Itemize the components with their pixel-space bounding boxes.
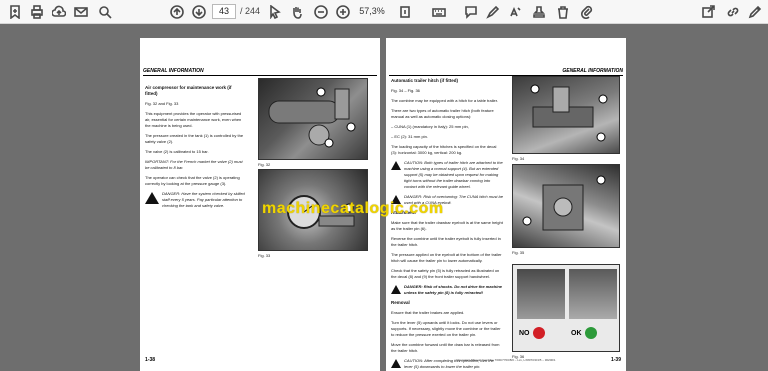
attach-icon[interactable] bbox=[578, 3, 596, 21]
print-icon[interactable] bbox=[28, 3, 46, 21]
page-number: 1-39 bbox=[610, 357, 621, 363]
delete-icon[interactable] bbox=[554, 3, 572, 21]
search-icon[interactable] bbox=[96, 3, 114, 21]
pen-icon[interactable] bbox=[484, 3, 502, 21]
caution-text: CAUTION: Both types of trailer hitch are… bbox=[404, 160, 503, 189]
right-text-column: Automatic trailer hitch (if fitted) Fig.… bbox=[391, 78, 503, 371]
paragraph: Move the combine forward until the draw … bbox=[391, 342, 500, 353]
paragraph: The combine may be equipped with a hitch… bbox=[391, 98, 498, 103]
figure-caption: Fig. 33 bbox=[258, 253, 271, 258]
page-number: 1-38 bbox=[145, 357, 156, 363]
warning-triangle-icon bbox=[391, 359, 401, 368]
paragraph: The pressure created in the tank (1) is … bbox=[145, 133, 244, 144]
paragraph: – CUNA (1) (mandatory in Italy): 25 mm p… bbox=[391, 124, 469, 129]
section-title: Automatic trailer hitch (if fitted) bbox=[391, 78, 459, 83]
ok-label: OK bbox=[571, 329, 582, 337]
hand-tool-icon[interactable] bbox=[288, 3, 306, 21]
select-cursor-icon[interactable] bbox=[266, 3, 284, 21]
zoom-in-icon[interactable] bbox=[334, 3, 352, 21]
paragraph: The pressure applied on the eyebolt at t… bbox=[391, 252, 502, 263]
warning-triangle-icon bbox=[145, 192, 159, 204]
prohibited-icon bbox=[532, 327, 545, 339]
pdf-toolbar: 43 / 244 57,3% bbox=[0, 0, 768, 24]
fit-page-icon[interactable] bbox=[396, 3, 414, 21]
figure-32-photo bbox=[258, 78, 368, 160]
zoom-out-icon[interactable] bbox=[312, 3, 330, 21]
paragraph: – EC (2): 31 mm pin. bbox=[391, 134, 428, 139]
cloud-upload-icon[interactable] bbox=[50, 3, 68, 21]
paragraph: Check that the safety pin (5) is fully r… bbox=[391, 268, 500, 279]
keyboard-icon[interactable] bbox=[430, 3, 448, 21]
danger-text: DANGER: Risk of shocks. Do not drive the… bbox=[404, 284, 503, 295]
danger-text: DANGER: Have the system checked by skill… bbox=[162, 191, 245, 208]
paragraph: Fig. 32 and Fig. 33 bbox=[145, 101, 179, 106]
paragraph: There are two types of automatic trailer… bbox=[391, 108, 494, 119]
section-title: Air compressor for maintenance work (if … bbox=[145, 85, 232, 96]
comment-icon[interactable] bbox=[462, 3, 480, 21]
figure-caption: Fig. 32 bbox=[258, 162, 271, 167]
check-icon bbox=[584, 327, 597, 339]
page-number-input[interactable]: 43 bbox=[212, 4, 236, 19]
subsection-title: Removal bbox=[391, 300, 410, 305]
important-note: IMPORTANT: For the French market the val… bbox=[145, 159, 243, 170]
bookmark-add-icon[interactable] bbox=[6, 3, 24, 21]
hitch-lever-photo-right bbox=[569, 269, 617, 319]
figure-caption: Fig. 35 bbox=[512, 250, 525, 255]
no-label: NO bbox=[519, 329, 530, 337]
warning-triangle-icon bbox=[391, 285, 401, 294]
left-text-column: Air compressor for maintenance work (if … bbox=[145, 85, 245, 213]
zoom-level-select[interactable]: 57,3% bbox=[354, 4, 390, 19]
stamp-icon[interactable] bbox=[530, 3, 548, 21]
highlight-icon[interactable] bbox=[506, 3, 524, 21]
trailer-hitch-illustration bbox=[530, 84, 608, 142]
paragraph: This equipment provides the operator wit… bbox=[145, 111, 242, 128]
danger-warning: DANGER: Risk of shocks. Do not drive the… bbox=[391, 284, 503, 296]
link-icon[interactable] bbox=[724, 3, 742, 21]
figure-36-photo: NO OK bbox=[512, 264, 620, 352]
figure-caption: Fig. 34 bbox=[512, 156, 525, 161]
paragraph: Make sure that the trailer drawbar eyebo… bbox=[391, 220, 503, 231]
danger-warning: DANGER: Have the system checked by skill… bbox=[145, 191, 245, 209]
watermark-text: machinecatalogic.com bbox=[262, 200, 444, 217]
compressor-illustration bbox=[268, 87, 356, 148]
page-header: GENERAL INFORMATION bbox=[389, 68, 623, 76]
page-header: GENERAL INFORMATION bbox=[143, 68, 377, 76]
paragraph: The operator can check that the valve (2… bbox=[145, 175, 240, 186]
caution-warning: CAUTION: Both types of trailer hitch are… bbox=[391, 160, 503, 190]
page-total-label: / 244 bbox=[240, 6, 261, 16]
email-icon[interactable] bbox=[72, 3, 90, 21]
page-footer: Operator's Manual Combine 7000/7700/8/0 … bbox=[456, 358, 556, 362]
page-down-icon[interactable] bbox=[190, 3, 208, 21]
no-indicator: NO bbox=[519, 327, 545, 339]
paragraph: Fig. 34 – Fig. 36 bbox=[391, 88, 420, 93]
paragraph: The loading capacity of the hitches is s… bbox=[391, 144, 497, 155]
document-viewer[interactable]: GENERAL INFORMATION Air compressor for m… bbox=[0, 24, 768, 371]
paragraph: The valve (2) is calibrated to 15 bar. bbox=[145, 149, 209, 154]
warning-triangle-icon bbox=[391, 161, 401, 170]
hitch-mechanism-illustration bbox=[522, 175, 606, 231]
paragraph: Ensure that the trailer brakes are appli… bbox=[391, 310, 465, 315]
ok-indicator: OK bbox=[571, 327, 597, 339]
figure-34-photo bbox=[512, 76, 620, 154]
edit-icon[interactable] bbox=[746, 3, 764, 21]
paragraph: Turn the lever (5) upwards until it lock… bbox=[391, 320, 501, 337]
hitch-lever-photo-left bbox=[517, 269, 565, 319]
page-up-icon[interactable] bbox=[168, 3, 186, 21]
figure-35-photo bbox=[512, 164, 620, 248]
share-icon[interactable] bbox=[700, 3, 718, 21]
paragraph: Reverse the combine until the trailer ey… bbox=[391, 236, 501, 247]
